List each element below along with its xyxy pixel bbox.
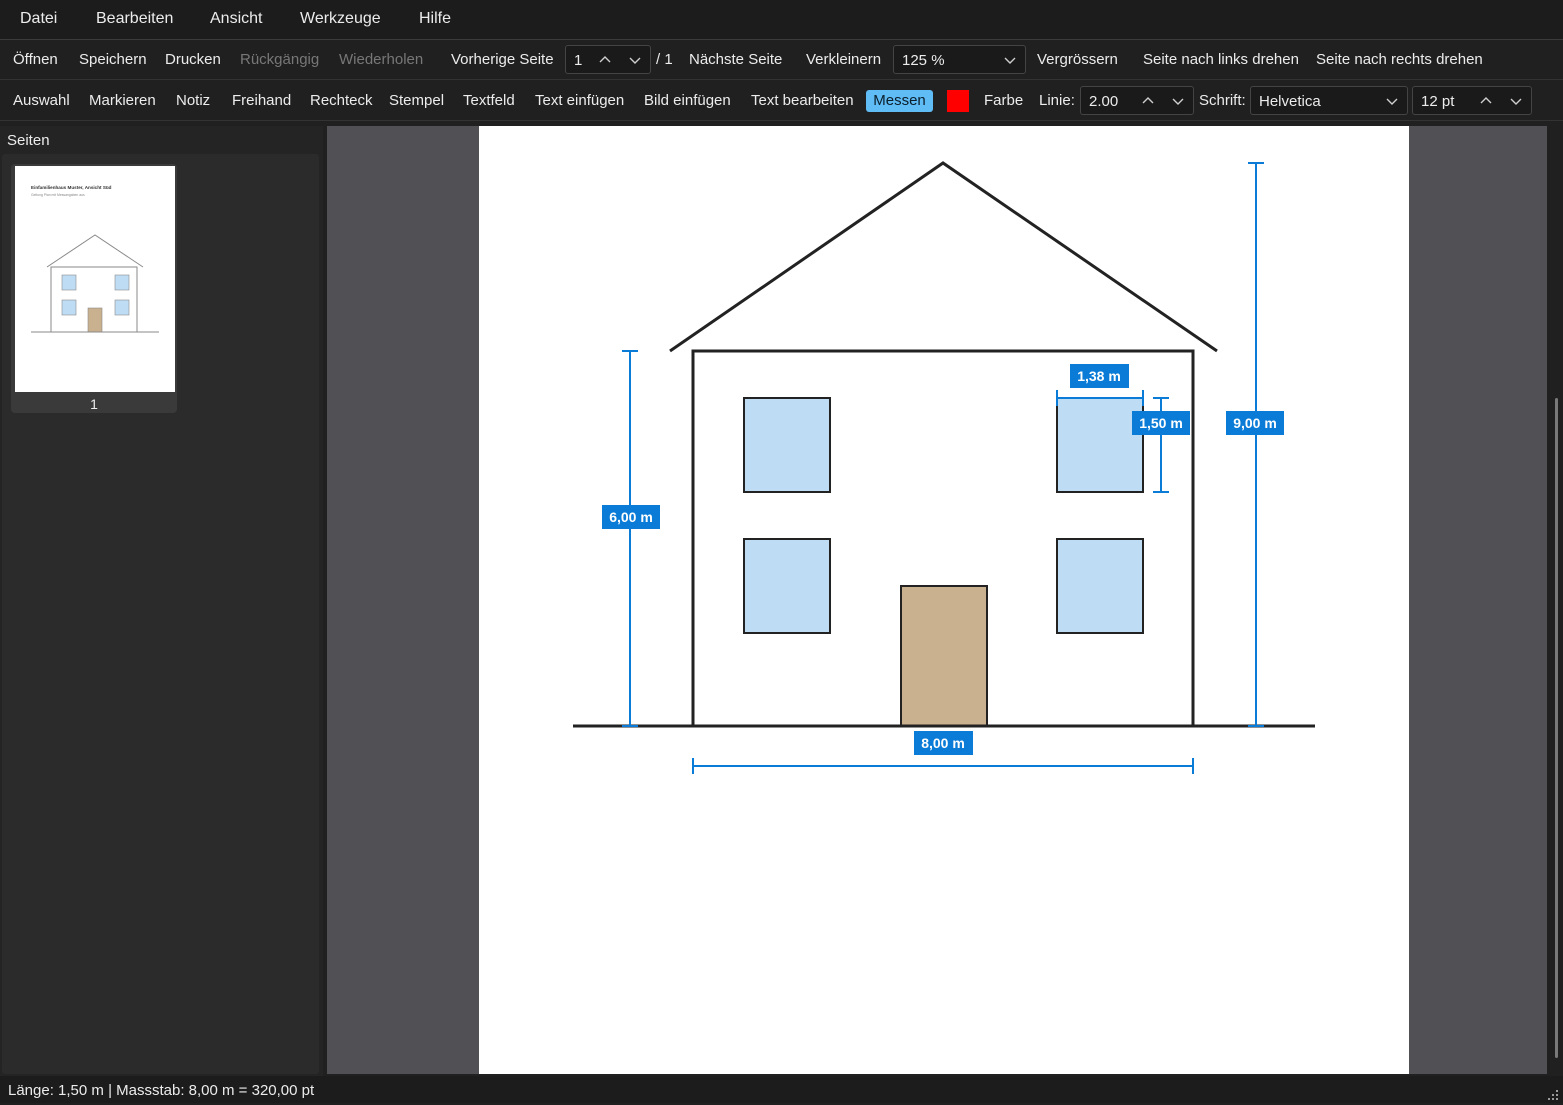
menu-ansicht[interactable]: Ansicht xyxy=(210,10,262,28)
menu-bar: Datei Bearbeiten Ansicht Werkzeuge Hilfe xyxy=(0,0,1563,40)
tool-freihand[interactable]: Freihand xyxy=(232,92,291,109)
menu-datei[interactable]: Datei xyxy=(20,10,57,28)
zoom-select[interactable]: 125 % xyxy=(893,45,1026,74)
thumb-title: Einfamilienhaus Muster, Ansicht Süd xyxy=(31,185,112,190)
page-thumbnail[interactable]: Einfamilienhaus Muster, Ansicht Süd Gelt… xyxy=(15,166,175,392)
font-select[interactable]: Helvetica xyxy=(1250,86,1408,115)
rotate-left-button[interactable]: Seite nach links drehen xyxy=(1143,51,1299,68)
tool-markieren[interactable]: Markieren xyxy=(89,92,156,109)
save-button[interactable]: Speichern xyxy=(79,51,147,68)
menu-bearbeiten[interactable]: Bearbeiten xyxy=(96,10,173,28)
chevron-down-icon[interactable] xyxy=(1509,94,1523,108)
window-top-left xyxy=(743,397,831,493)
prev-page-button[interactable]: Vorherige Seite xyxy=(451,51,554,68)
tool-text-einfuegen[interactable]: Text einfügen xyxy=(535,92,624,109)
color-swatch[interactable] xyxy=(947,90,969,112)
page-total: / 1 xyxy=(656,51,673,68)
zoom-value: 125 % xyxy=(902,52,945,69)
resize-grip-icon[interactable] xyxy=(1547,1088,1559,1100)
tool-rechteck[interactable]: Rechteck xyxy=(310,92,373,109)
window-bottom-left xyxy=(743,538,831,634)
tool-messen-active[interactable]: Messen xyxy=(866,90,933,112)
measure-house-width[interactable]: 8,00 m xyxy=(692,731,1194,774)
undo-button[interactable]: Rückgängig xyxy=(240,51,319,68)
line-width-label: Linie: xyxy=(1039,92,1075,109)
measure-label-window-height: 1,50 m xyxy=(1139,415,1183,431)
chevron-down-icon xyxy=(1003,53,1017,67)
window-top-right xyxy=(1056,397,1144,493)
vertical-scrollbar[interactable] xyxy=(1549,126,1563,1074)
tool-stempel[interactable]: Stempel xyxy=(389,92,444,109)
print-button[interactable]: Drucken xyxy=(165,51,221,68)
redo-button[interactable]: Wiederholen xyxy=(339,51,423,68)
main-toolbar: Öffnen Speichern Drucken Rückgängig Wied… xyxy=(0,40,1563,80)
scrollbar-thumb[interactable] xyxy=(1555,398,1558,1058)
chevron-up-icon[interactable] xyxy=(1141,94,1155,108)
page-thumbnail-item[interactable]: Einfamilienhaus Muster, Ansicht Süd Gelt… xyxy=(11,164,177,413)
chevron-up-icon[interactable] xyxy=(1479,94,1493,108)
tool-textfeld[interactable]: Textfeld xyxy=(463,92,515,109)
chevron-down-icon[interactable] xyxy=(1171,94,1185,108)
door xyxy=(900,585,988,727)
status-bar: Länge: 1,50 m | Massstab: 8,00 m = 320,0… xyxy=(0,1076,1563,1103)
line-width-spinbox[interactable]: 2.00 xyxy=(1080,86,1194,115)
measure-wall-height[interactable]: 6,00 m xyxy=(602,350,660,727)
tool-text-bearbeiten[interactable]: Text bearbeiten xyxy=(751,92,854,109)
color-button[interactable]: Farbe xyxy=(984,92,1023,109)
rotate-right-button[interactable]: Seite nach rechts drehen xyxy=(1316,51,1483,68)
font-value: Helvetica xyxy=(1259,93,1321,110)
menu-werkzeuge[interactable]: Werkzeuge xyxy=(300,10,381,28)
tool-auswahl[interactable]: Auswahl xyxy=(13,92,70,109)
font-size-value: 12 pt xyxy=(1421,93,1455,110)
page-thumbnail-number: 1 xyxy=(90,396,98,412)
thumb-subtitle: Geltung Plan mit Messangaben aus xyxy=(31,193,85,197)
pages-sidebar: Seiten Einfamilienhaus Muster, Ansicht S… xyxy=(0,126,323,1076)
measure-total-height[interactable]: 9,00 m xyxy=(1226,162,1284,727)
zoom-in-button[interactable]: Vergrössern xyxy=(1037,51,1118,68)
line-width-value: 2.00 xyxy=(1089,93,1119,110)
page-number-spinbox[interactable]: 1 xyxy=(565,45,651,74)
chevron-up-icon[interactable] xyxy=(598,53,612,67)
document-viewer[interactable]: 6,00 m 9,00 m 1,38 m 1,50 m 8,00 m xyxy=(327,126,1547,1074)
roof-outline xyxy=(669,161,1218,353)
house-drawing[interactable]: 6,00 m 9,00 m 1,38 m 1,50 m 8,00 m xyxy=(479,126,1409,1074)
tool-bild-einfuegen[interactable]: Bild einfügen xyxy=(644,92,731,109)
annotation-toolbar: Auswahl Markieren Notiz Freihand Rechtec… xyxy=(0,81,1563,121)
measure-label-house-width: 8,00 m xyxy=(921,735,965,751)
status-text: Länge: 1,50 m | Massstab: 8,00 m = 320,0… xyxy=(8,1082,315,1099)
next-page-button[interactable]: Nächste Seite xyxy=(689,51,782,68)
pdf-page[interactable]: 6,00 m 9,00 m 1,38 m 1,50 m 8,00 m xyxy=(479,126,1409,1074)
window-bottom-right xyxy=(1056,538,1144,634)
measure-label-window-width: 1,38 m xyxy=(1077,368,1121,384)
menu-hilfe[interactable]: Hilfe xyxy=(419,10,451,28)
measure-label-wall-height: 6,00 m xyxy=(609,509,653,525)
font-size-spinbox[interactable]: 12 pt xyxy=(1412,86,1532,115)
measure-label-total-height: 9,00 m xyxy=(1233,415,1277,431)
open-button[interactable]: Öffnen xyxy=(13,51,58,68)
tool-notiz[interactable]: Notiz xyxy=(176,92,210,109)
sidebar-title: Seiten xyxy=(7,132,50,149)
chevron-down-icon xyxy=(1385,94,1399,108)
zoom-out-button[interactable]: Verkleinern xyxy=(806,51,881,68)
page-number-value: 1 xyxy=(574,52,583,69)
font-label: Schrift: xyxy=(1199,92,1246,109)
chevron-down-icon[interactable] xyxy=(628,53,642,67)
